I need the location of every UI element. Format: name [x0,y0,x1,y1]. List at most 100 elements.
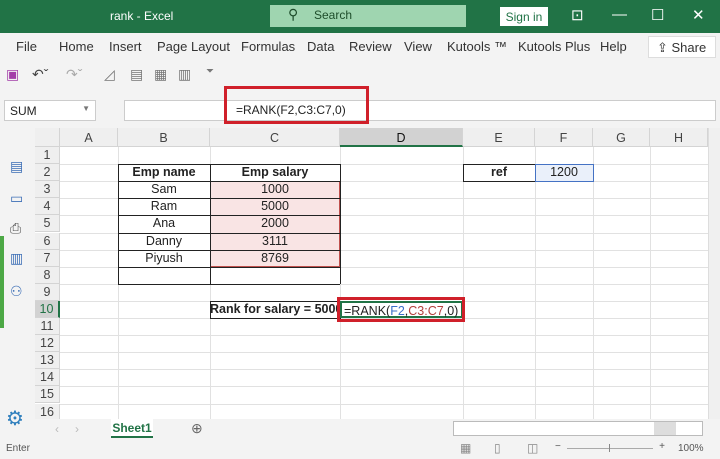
cell-B5[interactable]: Ana [118,215,210,232]
gridline [60,403,708,405]
tab-insert[interactable]: Insert [109,39,142,54]
cell-B3[interactable]: Sam [118,181,210,198]
share-button[interactable]: ⇪ Share [648,36,716,58]
tab-page-layout[interactable]: Page Layout [157,39,230,54]
maximize-icon[interactable]: ☐ [651,6,664,24]
cell-B2[interactable]: Emp name [118,164,210,181]
cell-C6[interactable]: 3111 [210,233,340,250]
column-header-C[interactable]: C [210,128,340,147]
tab-kutools[interactable]: Kutools ™ [447,39,507,54]
table-border [118,283,340,285]
printer-icon[interactable]: ⎙ [10,220,21,237]
cell-C4[interactable]: 5000 [210,198,340,215]
cell-C10[interactable]: Rank for salary = 5000 [210,301,342,318]
scroll-right-icon[interactable]: › [75,422,79,436]
tab-file[interactable]: File [16,39,37,54]
clipboard-icon[interactable]: ▤ [130,66,143,83]
tab-review[interactable]: Review [349,39,392,54]
column-header-E[interactable]: E [463,128,535,147]
tab-view[interactable]: View [404,39,432,54]
cell-B4[interactable]: Ram [118,198,210,215]
row-header-11[interactable]: 11 [35,318,60,336]
sheet-tab-sheet1[interactable]: Sheet1 [111,419,153,438]
select-all-corner[interactable] [35,128,60,147]
page-break-view-icon[interactable]: ◫ [527,441,538,455]
tab-data[interactable]: Data [307,39,334,54]
cell-F2[interactable]: 1200 [535,164,593,181]
normal-view-icon[interactable]: ▦ [460,441,471,455]
save-icon[interactable]: ▣ [6,66,19,83]
zoom-level: 100% [678,443,704,454]
column-header-B[interactable]: B [118,128,210,147]
title-bar: rank - Excel ⚲ Search Sign in ⊡ — ☐ ✕ [0,0,720,33]
row-header-10[interactable]: 10 [35,300,60,318]
row-header-5[interactable]: 5 [35,215,60,233]
name-box[interactable]: SUM ▼ [4,100,96,121]
cell-C3[interactable]: 1000 [210,181,340,198]
scrollbar-thumb[interactable] [654,422,676,435]
form-icon[interactable]: ▥ [178,66,191,83]
minimize-icon[interactable]: — [612,6,627,23]
column-header-H[interactable]: H [650,128,708,147]
cell-B7[interactable]: Piyush [118,250,210,267]
formula-helper-icon[interactable]: ▭ [10,190,23,207]
cell-E2[interactable]: ref [463,164,535,181]
search-placeholder: Search [314,8,353,22]
zoom-in-icon: + [659,441,665,452]
search-icon: ⚲ [288,6,299,22]
horizontal-scrollbar[interactable] [453,421,703,436]
row-header-13[interactable]: 13 [35,352,60,370]
ribbon-display-icon[interactable]: ⊡ [571,6,584,24]
zoom-out-icon: − [555,441,561,452]
cell-B6[interactable]: Danny [118,233,210,250]
columns-icon[interactable]: ▥ [10,250,23,267]
row-header-14[interactable]: 14 [35,369,60,387]
chevron-down-icon: ▼ [82,104,90,113]
settings-icon[interactable]: ⚙ [6,406,24,431]
formula-input[interactable] [124,100,716,121]
find-icon[interactable]: ⚇ [10,283,23,300]
search-box[interactable]: ⚲ Search [270,5,466,27]
ribbon-tabs: File Home Insert Page Layout Formulas Da… [0,33,720,60]
add-sheet-icon[interactable]: ⊕ [191,420,203,437]
column-header-F[interactable]: F [535,128,593,147]
row-header-9[interactable]: 9 [35,283,60,301]
cell-C5[interactable]: 2000 [210,215,340,232]
undo-icon[interactable]: ↶ˇ [32,66,48,83]
cell-C2[interactable]: Emp salary [210,164,340,181]
row-header-7[interactable]: 7 [35,249,60,267]
row-header-15[interactable]: 15 [35,386,60,404]
row-header-8[interactable]: 8 [35,266,60,284]
ruler-icon[interactable]: ◿ [104,66,115,83]
redo-icon[interactable]: ↷ˇ [66,66,82,83]
column-header-A[interactable]: A [60,128,118,147]
close-icon[interactable]: ✕ [692,6,705,24]
row-header-2[interactable]: 2 [35,164,60,182]
navigation-icon[interactable]: ▤ [10,158,23,175]
column-header-D[interactable]: D [340,128,463,147]
print-preview-icon[interactable]: ▦ [154,66,167,83]
tab-home[interactable]: Home [59,39,94,54]
sidebar-accent [0,236,4,328]
column-header-G[interactable]: G [593,128,650,147]
row-header-6[interactable]: 6 [35,232,60,250]
row-header-3[interactable]: 3 [35,181,60,199]
row-header-16[interactable]: 16 [35,403,60,419]
customize-icon[interactable]: ⏷ [206,66,214,77]
page-layout-view-icon[interactable]: ▯ [494,441,501,455]
window-title: rank - Excel [110,9,174,23]
tab-kutools-plus[interactable]: Kutools Plus [518,39,590,54]
tab-formulas[interactable]: Formulas [241,39,295,54]
vertical-scrollbar[interactable] [708,128,720,419]
zoom-slider[interactable]: − + [555,441,665,454]
sign-in-button[interactable]: Sign in [500,7,548,26]
tab-help[interactable]: Help [600,39,627,54]
kutools-sidebar: ▤ ▭ ⎙ ▥ ⚇ ⚙ [0,128,35,438]
share-icon: ⇪ [657,40,672,55]
scroll-left-icon[interactable]: ‹ [55,422,59,436]
spreadsheet-grid[interactable]: A B C D E F G H 1 2 3 4 5 6 7 8 9 10 11 12 13 14 15 16 Emp name E… [35,128,708,419]
row-header-4[interactable]: 4 [35,198,60,216]
cell-C7[interactable]: 8769 [210,250,340,267]
row-header-1[interactable]: 1 [35,147,60,165]
row-header-12[interactable]: 12 [35,335,60,353]
